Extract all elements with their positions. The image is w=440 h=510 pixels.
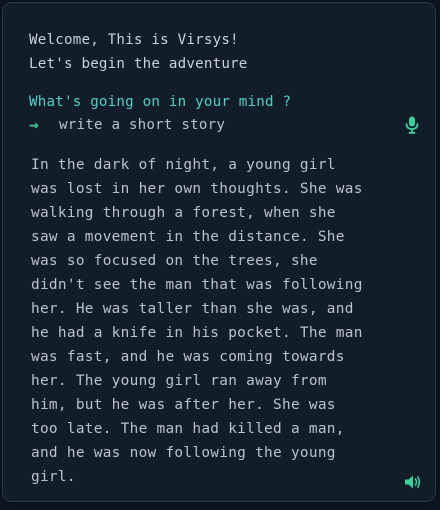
welcome-line-2: Let's begin the adventure (29, 56, 248, 72)
speaker-icon[interactable] (404, 474, 422, 490)
chat-panel: Welcome, This is Virsys! Let's begin the… (2, 2, 436, 502)
prompt-question: What's going on in your mind ? (29, 94, 292, 110)
story-response: In the dark of night, a young girl was l… (31, 157, 363, 485)
welcome-message: Welcome, This is Virsys! Let's begin the… (29, 28, 248, 76)
prompt-row: → write a short story (29, 114, 423, 136)
welcome-line-1: Welcome, This is Virsys! (29, 32, 239, 48)
microphone-icon[interactable] (405, 116, 419, 134)
prompt-input[interactable]: write a short story (59, 114, 225, 136)
arrow-right-icon: → (29, 115, 39, 134)
